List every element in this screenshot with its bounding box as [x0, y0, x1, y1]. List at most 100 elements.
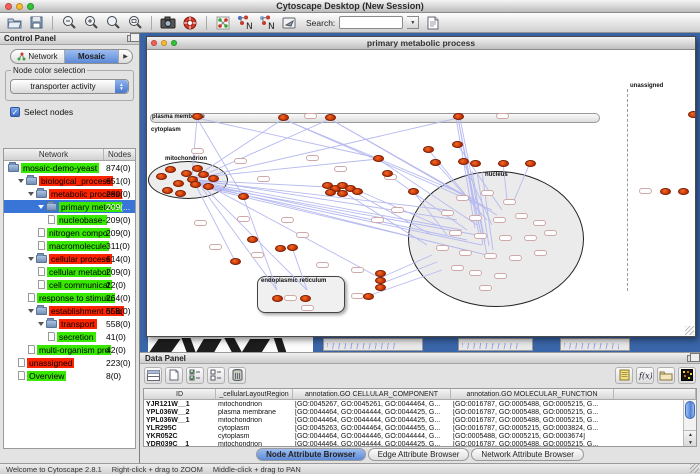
save-session-button[interactable]: [27, 14, 45, 31]
table-cell[interactable]: [GO:0044464, GO:0044444, GO:0044425, G..…: [293, 409, 451, 416]
network-node-small[interactable]: [481, 190, 494, 196]
network-node-small[interactable]: [456, 195, 469, 201]
network-node-small[interactable]: [281, 217, 294, 223]
zoom-selected-button[interactable]: [104, 14, 122, 31]
tab-network-attribute-browser[interactable]: Network Attribute Browser: [471, 448, 583, 461]
network-node[interactable]: [525, 160, 536, 167]
table-cell[interactable]: YDR039C__1: [144, 441, 216, 448]
scroll-up-icon[interactable]: ▲: [684, 431, 697, 439]
tab-edge-attribute-browser[interactable]: Edge Attribute Browser: [368, 448, 470, 461]
network-node[interactable]: [162, 187, 173, 194]
tab-node-attribute-browser[interactable]: Node Attribute Browser: [256, 448, 366, 461]
network-node[interactable]: [660, 188, 671, 195]
disclosure-triangle-icon[interactable]: [18, 179, 24, 183]
network-node-small[interactable]: [503, 199, 516, 205]
network-node[interactable]: [678, 188, 689, 195]
network-node[interactable]: [230, 258, 241, 265]
tree-row[interactable]: primary metabo209(...: [4, 200, 135, 213]
table-cell[interactable]: mitochondrion: [216, 417, 293, 424]
network-window-titlebar[interactable]: primary metabolic process: [147, 37, 695, 50]
table-cell[interactable]: YPL036W__1: [144, 417, 216, 424]
attribute-editor-button[interactable]: [615, 367, 633, 384]
table-cell[interactable]: [GO:0044464, GO:0044444, GO:0044425, G..…: [293, 417, 451, 424]
network-node-small[interactable]: [391, 207, 404, 213]
disclosure-triangle-icon[interactable]: [28, 257, 34, 261]
network-node[interactable]: [375, 270, 386, 277]
tree-row[interactable]: multi-organism pro42(0): [4, 343, 135, 356]
network-node[interactable]: [498, 160, 509, 167]
network-node-small[interactable]: [474, 233, 487, 239]
table-row[interactable]: YPL036W__1mitochondrion[GO:0044464, GO:0…: [144, 416, 696, 424]
network-node[interactable]: [458, 158, 469, 165]
delete-attribute-button[interactable]: [228, 367, 246, 384]
table-row[interactable]: YKR052Ccytoplasm[GO:0044464, GO:0044446,…: [144, 432, 696, 440]
snapshot-button[interactable]: [159, 14, 177, 31]
network-node-small[interactable]: [257, 176, 270, 182]
table-cell[interactable]: [GO:0016787, GO:0005215, GO:0003824, G..…: [451, 425, 614, 432]
network-node[interactable]: [247, 236, 258, 243]
network-node-small[interactable]: [284, 295, 297, 301]
disclosure-triangle-icon[interactable]: [38, 322, 44, 326]
new-attribute-button[interactable]: [165, 367, 183, 384]
column-header-cellular-component[interactable]: annotation.GO CELLULAR_COMPONENT: [293, 389, 451, 399]
network-node-small[interactable]: [534, 250, 547, 256]
tree-row[interactable]: nucleobase-209(0): [4, 213, 135, 226]
network-node-small[interactable]: [449, 230, 462, 236]
tree-row[interactable]: metabolic process280(0): [4, 187, 135, 200]
scroll-down-icon[interactable]: ▼: [684, 439, 697, 447]
network-edge[interactable]: [202, 188, 277, 290]
table-cell[interactable]: [GO:0044464, GO:0044446, GO:0044444, G..…: [293, 433, 451, 440]
network-edge[interactable]: [192, 159, 378, 178]
table-cell[interactable]: cytoplasm: [216, 425, 293, 432]
tab-overflow-button[interactable]: ▶: [119, 50, 132, 63]
create-network-button[interactable]: [214, 14, 232, 31]
table-cell[interactable]: [GO:0016787, GO:0005488, GO:0005215, G..…: [451, 409, 614, 416]
attribute-checklist-button[interactable]: [186, 367, 204, 384]
tree-column-network[interactable]: Network: [4, 149, 104, 160]
network-node-small[interactable]: [304, 113, 317, 119]
network-canvas[interactable]: plasma membrane cytoplasm mitochondrion …: [147, 50, 695, 336]
network-node-small[interactable]: [533, 220, 546, 226]
select-nodes-checkbox[interactable]: ✓: [10, 107, 20, 117]
network-node-small[interactable]: [251, 252, 264, 258]
network-node-small[interactable]: [371, 217, 384, 223]
copy-network-attributes-button[interactable]: N: [236, 14, 254, 31]
network-node-small[interactable]: [301, 305, 314, 311]
search-dropdown-button[interactable]: ▼: [407, 16, 419, 29]
network-node-small[interactable]: [306, 155, 319, 161]
network-node[interactable]: [325, 189, 336, 196]
table-cell[interactable]: [GO:0005488, GO:0005215, GO:0003674]: [451, 433, 614, 440]
network-node[interactable]: [452, 141, 463, 148]
column-header-id[interactable]: ID: [144, 389, 216, 399]
network-node-small[interactable]: [499, 235, 512, 241]
tree-row[interactable]: transport558(0): [4, 317, 135, 330]
table-cell[interactable]: [GO:0016787, GO:0005488, GO:0005215, G..…: [451, 417, 614, 424]
float-data-panel-icon[interactable]: [687, 355, 695, 362]
network-node-small[interactable]: [334, 166, 347, 172]
tree-row[interactable]: mosaic-demo-yeast874(0): [4, 161, 135, 174]
zoom-fit-button[interactable]: [126, 14, 144, 31]
select-attributes-button[interactable]: [144, 367, 162, 384]
table-row[interactable]: YDR039C__1mitochondrion[GO:0044464, GO:0…: [144, 440, 696, 447]
tree-column-nodes[interactable]: Nodes: [104, 149, 135, 160]
network-node[interactable]: [423, 146, 434, 153]
column-header-region[interactable]: _cellularLayoutRegion: [216, 389, 293, 399]
network-node[interactable]: [337, 190, 348, 197]
network-node-small[interactable]: [296, 232, 309, 238]
network-node[interactable]: [190, 181, 201, 188]
network-edge[interactable]: [503, 163, 507, 200]
table-cell[interactable]: [GO:0045263, GO:0044464, GO:0044455, G..…: [293, 425, 451, 432]
tab-network[interactable]: Network: [11, 50, 65, 63]
network-node[interactable]: [688, 111, 695, 118]
network-node-small[interactable]: [441, 210, 454, 216]
tree-row[interactable]: macromolecule311(0): [4, 239, 135, 252]
network-node[interactable]: [375, 284, 386, 291]
network-node[interactable]: [287, 244, 298, 251]
network-node-small[interactable]: [234, 158, 247, 164]
search-input[interactable]: [339, 16, 403, 29]
network-node-small[interactable]: [194, 220, 207, 226]
network-node-small[interactable]: [524, 235, 537, 241]
network-node-small[interactable]: [469, 215, 482, 221]
table-cell[interactable]: mitochondrion: [216, 441, 293, 448]
network-node-small[interactable]: [639, 188, 652, 194]
